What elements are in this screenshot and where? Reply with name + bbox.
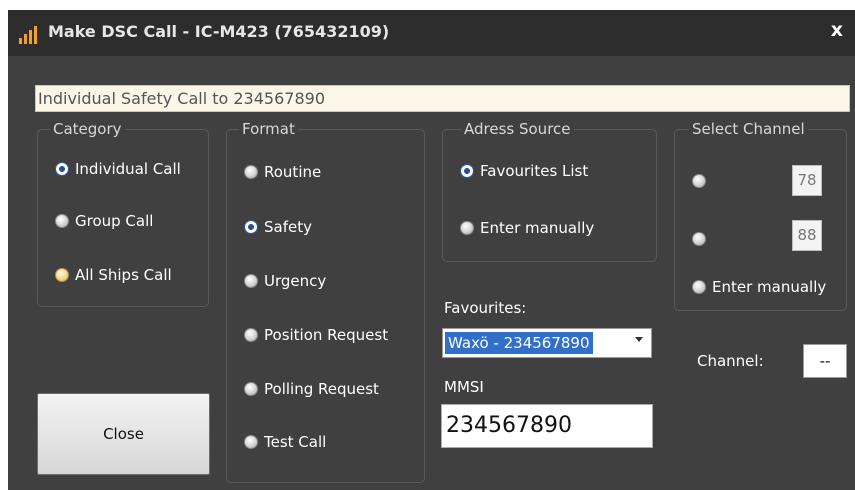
chevron-down-icon [635, 337, 643, 342]
format-group: Format Routine Safety Urgency Position R… [226, 120, 425, 483]
mmsi-label: MMSI [444, 378, 484, 396]
radio-label: Routine [264, 163, 322, 181]
radio-indicator [460, 164, 474, 178]
select-channel-title: Select Channel [689, 120, 808, 138]
channel-label: Channel: [697, 352, 764, 370]
radio-indicator [244, 328, 258, 342]
radio-indicator [244, 220, 258, 234]
radio-channel-2[interactable] [692, 232, 706, 246]
radio-label: Urgency [264, 272, 327, 290]
title-bar: Make DSC Call - IC-M423 (765432109) x [8, 10, 855, 56]
call-summary: Individual Safety Call to 234567890 [35, 85, 850, 112]
radio-indicator [460, 221, 474, 235]
radio-indicator [692, 232, 706, 246]
radio-indicator [244, 165, 258, 179]
radio-individual-call[interactable]: Individual Call [55, 160, 181, 178]
address-source-group: Adress Source Favourites List Enter manu… [442, 120, 657, 262]
radio-label: Safety [264, 218, 312, 236]
radio-favourites-list[interactable]: Favourites List [460, 162, 588, 180]
favourites-selected-value: Waxö - 234567890 [445, 332, 593, 354]
category-title: Category [50, 120, 125, 138]
radio-indicator [55, 268, 69, 282]
radio-enter-manually-channel[interactable]: Enter manually [692, 278, 826, 296]
radio-polling-request[interactable]: Polling Request [244, 380, 379, 398]
category-group: Category Individual Call Group Call All … [37, 120, 209, 307]
radio-routine[interactable]: Routine [244, 163, 321, 181]
select-channel-group: Select Channel 78 88 Enter manually [674, 120, 847, 311]
close-button[interactable]: Close [37, 393, 210, 475]
radio-all-ships-call[interactable]: All Ships Call [55, 266, 172, 284]
radio-indicator [692, 174, 706, 188]
favourites-label: Favourites: [444, 299, 527, 317]
radio-indicator [244, 274, 258, 288]
channel-value: -- [803, 344, 847, 378]
radio-urgency[interactable]: Urgency [244, 272, 326, 290]
radio-indicator [244, 382, 258, 396]
dsc-call-window: Make DSC Call - IC-M423 (765432109) x In… [8, 10, 855, 490]
favourites-dropdown[interactable]: Waxö - 234567890 [442, 328, 652, 358]
radio-group-call[interactable]: Group Call [55, 212, 153, 230]
radio-label: Polling Request [264, 380, 379, 398]
radio-enter-manually-address[interactable]: Enter manually [460, 219, 594, 237]
radio-label: Enter manually [480, 219, 595, 237]
signal-bars-icon [19, 26, 37, 44]
format-title: Format [239, 120, 298, 138]
radio-label: Position Request [264, 326, 389, 344]
radio-channel-1[interactable] [692, 174, 706, 188]
channel-1-value: 78 [792, 165, 822, 196]
radio-position-request[interactable]: Position Request [244, 326, 388, 344]
radio-label: Enter manually [712, 278, 827, 296]
address-source-title: Adress Source [461, 120, 574, 138]
radio-label: All Ships Call [75, 266, 172, 284]
radio-label: Favourites List [480, 162, 589, 180]
window-title: Make DSC Call - IC-M423 (765432109) [48, 22, 390, 41]
radio-indicator [55, 162, 69, 176]
radio-indicator [244, 435, 258, 449]
mmsi-input[interactable]: 234567890 [441, 404, 653, 448]
radio-indicator [55, 214, 69, 228]
radio-test-call[interactable]: Test Call [244, 433, 326, 451]
radio-label: Individual Call [75, 160, 181, 178]
channel-2-value: 88 [792, 220, 822, 251]
radio-safety[interactable]: Safety [244, 218, 312, 236]
close-icon[interactable]: x [831, 19, 843, 41]
radio-label: Group Call [75, 212, 154, 230]
radio-label: Test Call [264, 433, 327, 451]
radio-indicator [692, 280, 706, 294]
